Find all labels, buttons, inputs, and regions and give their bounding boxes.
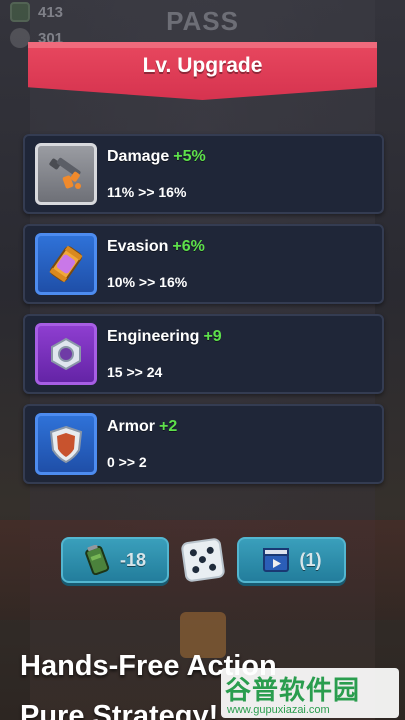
pass-title: PASS [166,6,239,36]
dialog-title: Lv. Upgrade [142,54,263,77]
upgrade-name: Engineering +9 [107,328,222,346]
shield-icon [49,425,83,464]
dice-pip [189,548,198,557]
upgrade-name-text: Armor [107,418,156,435]
upgrade-card-evasion[interactable]: Evasion +6% 10% >> 16% [23,224,384,304]
upgrade-name: Evasion +6% [107,238,205,256]
upgrade-bonus: +6% [172,238,205,255]
upgrade-name-text: Evasion [107,238,169,255]
dice-pip [206,546,215,555]
upgrade-name-text: Engineering [107,328,200,345]
upgrade-name: Armor +2 [107,418,177,436]
reroll-button[interactable]: -18 [61,537,169,583]
upgrade-bonus: +9 [203,328,222,345]
upgrade-change: 15 >> 24 [107,364,163,380]
watch-ad-button[interactable]: (1) [237,537,346,583]
upgrade-card-engineering[interactable]: Engineering +9 15 >> 24 [23,314,384,394]
upgrade-name: Damage +5% [107,148,206,166]
upgrade-change: 10% >> 16% [107,274,188,290]
upgrade-bonus: +2 [159,418,178,435]
dice-pip [191,565,200,574]
dice-pip [208,563,217,572]
upgrade-change: 0 >> 2 [107,454,147,470]
upgrade-change: 11% >> 16% [107,184,187,200]
upgrade-tile [35,413,97,475]
upgrade-bonus: +5% [173,148,206,165]
upgrade-tile [35,143,97,205]
canister-icon [49,245,83,283]
dice-icon[interactable] [180,537,226,583]
upgrade-card-damage[interactable]: Damage +5% 11% >> 16% [23,134,384,214]
watermark-logo: 谷普软件园 [225,675,361,705]
hex-nut-icon [51,337,81,371]
promo-line-2: Pure Strategy! [20,700,219,720]
clapperboard-icon [262,548,289,572]
upgrade-card-armor[interactable]: Armor +2 0 >> 2 [23,404,384,484]
rifle-icon [49,157,81,189]
battery-icon [85,545,110,575]
upgrade-name-text: Damage [107,148,170,165]
watermark: 谷普软件园 www.gupuxiazai.com [221,668,399,718]
upgrade-tile [35,323,97,385]
watermark-url: www.gupuxiazai.com [227,704,330,716]
dice-pip [198,555,207,564]
upgrade-tile [35,233,97,295]
reroll-cost: -18 [119,549,146,570]
ad-count: (1) [299,549,322,570]
